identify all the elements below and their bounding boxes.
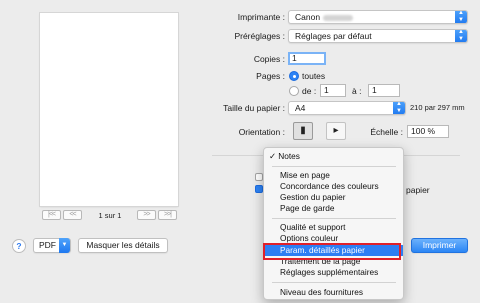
menu-item[interactable]: Concordance des couleurs [264, 181, 403, 192]
scale-label: Échelle : [370, 127, 403, 137]
menu-item[interactable]: Page de garde [264, 203, 403, 214]
option-checkbox-1[interactable] [255, 173, 263, 181]
orientation-label: Orientation : [238, 127, 285, 137]
last-page-button[interactable]: >>| [158, 210, 177, 220]
printer-model-redacted [323, 14, 354, 21]
menu-item-notes-label: Notes [278, 151, 300, 161]
pages-range-radio[interactable] [289, 86, 299, 96]
scale-input[interactable]: 100 % [407, 125, 449, 138]
page-preview [40, 13, 178, 206]
help-button[interactable]: ? [12, 239, 26, 253]
chevron-updown-icon: ▲ ▼ [455, 11, 467, 23]
pages-from-input[interactable]: 1 [320, 84, 346, 97]
pages-all-radio[interactable] [289, 71, 299, 81]
copies-input[interactable]: 1 [288, 52, 326, 65]
chevron-down-icon: ▼ [59, 238, 70, 253]
next-page-button[interactable]: >> [137, 210, 156, 220]
pages-to-input[interactable]: 1 [368, 84, 400, 97]
previous-page-button[interactable]: << [63, 210, 82, 220]
portrait-orientation-button[interactable]: ▮ [293, 122, 313, 140]
pages-from-label: de : [302, 86, 317, 96]
presets-label: Préréglages : [234, 31, 285, 41]
checkmark-icon: ✓ [269, 151, 276, 161]
portrait-icon: ▮ [300, 125, 306, 136]
paper-size-label: Taille du papier : [223, 103, 285, 113]
chevron-updown-icon: ▲ ▼ [455, 30, 467, 42]
hide-details-button[interactable]: Masquer les détails [78, 238, 168, 253]
menu-item[interactable]: Réglages supplémentaires [264, 267, 403, 278]
pages-to-label: à : [352, 86, 362, 96]
menu-item[interactable]: Qualité et support [264, 222, 403, 233]
presets-value: Réglages par défaut [295, 31, 372, 41]
menu-separator [272, 166, 396, 167]
chevron-updown-icon: ▲ ▼ [393, 102, 405, 114]
menu-item[interactable]: Mise en page [264, 170, 403, 181]
presets-popup[interactable]: Réglages par défaut ▲ ▼ [288, 29, 468, 43]
pdf-menu-button[interactable]: PDF ▼ [33, 238, 71, 253]
paper-size-value: A4 [295, 103, 306, 113]
paper-size-popup[interactable]: A4 ▲ ▼ [288, 101, 406, 115]
menu-item[interactable]: Niveau des fournitures [264, 287, 403, 298]
section-dropdown-menu: ✓ Notes Mise en page Concordance des cou… [263, 147, 404, 300]
print-button[interactable]: Imprimer [411, 238, 468, 253]
menu-item-notes[interactable]: ✓ Notes [264, 151, 403, 162]
menu-separator [272, 282, 396, 283]
landscape-icon: ▸ [333, 125, 339, 136]
pages-label: Pages : [256, 71, 285, 81]
pages-all-label: toutes [302, 71, 326, 81]
paper-size-dimensions: 210 par 297 mm [410, 103, 465, 112]
menu-separator [272, 218, 396, 219]
highlight-callout-box [263, 243, 401, 260]
copies-label: Copies : [253, 54, 285, 64]
bottom-bar [0, 233, 480, 303]
option-checkbox-2[interactable] [255, 185, 263, 193]
printer-label: Imprimante : [237, 12, 285, 22]
checkbox-paper-label: papier [406, 185, 430, 195]
first-page-button[interactable]: |<< [42, 210, 61, 220]
printer-popup[interactable]: Canon ▲ ▼ [288, 10, 468, 24]
pdf-label: PDF [39, 240, 56, 250]
page-count: 1 sur 1 [98, 211, 122, 220]
printer-value: Canon [295, 12, 321, 22]
menu-item[interactable]: Gestion du papier [264, 192, 403, 203]
